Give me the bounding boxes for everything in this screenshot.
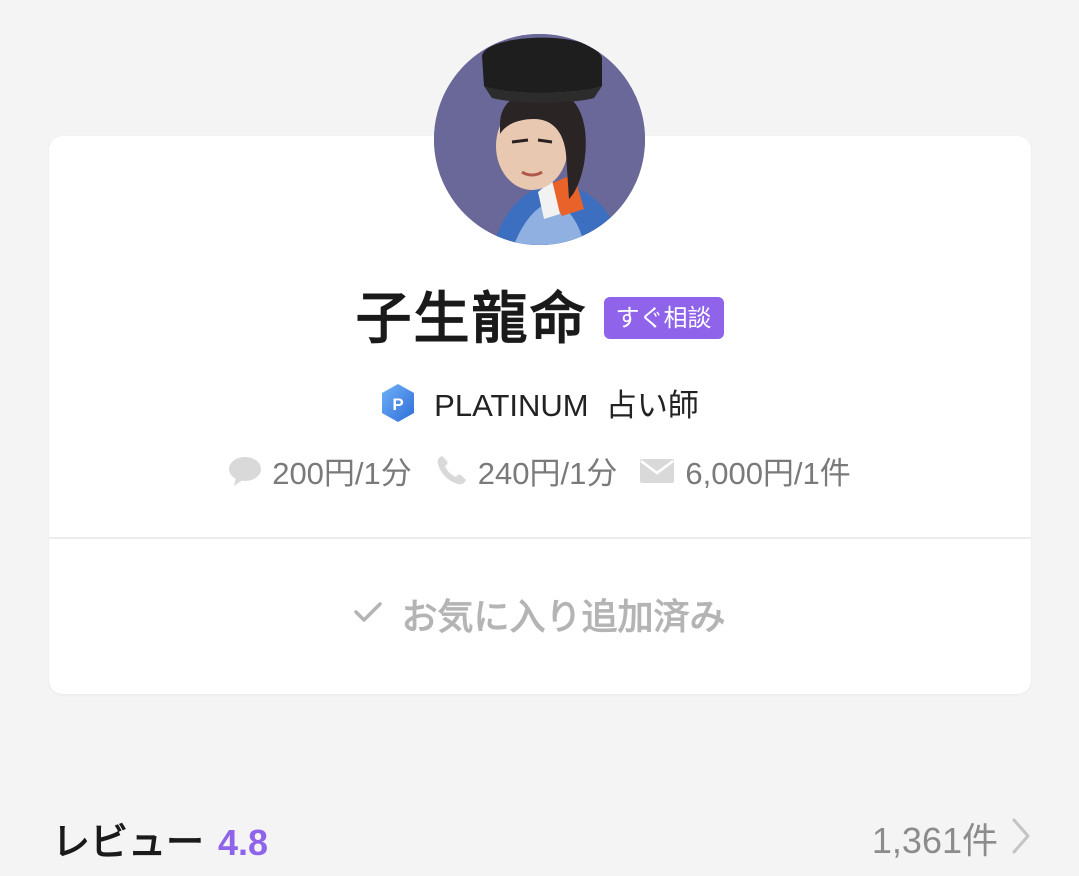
phone-price-label: 240円/1分 [477,456,618,491]
rank-row: P PLATINUM 占い師 [0,380,1079,425]
phone-price: 240円/1分 [434,448,618,493]
mail-icon [639,457,675,485]
rank-icon-letter: P [392,395,403,414]
role-name: 占い師 [605,388,699,423]
mail-price: 6,000円/1件 [639,448,851,493]
rank-label: PLATINUM 占い師 [434,380,699,425]
review-count: 1,361件 [871,820,998,861]
review-summary: レビュー 4.8 [52,811,268,866]
review-link[interactable]: レビュー 4.8 1,361件 [52,810,1032,866]
review-label: レビュー [52,819,205,864]
name-row: 子生龍命 すぐ相談 [0,286,1079,354]
platinum-rank-icon: P [380,383,416,423]
chevron-right-icon [1010,816,1032,860]
fortune-teller-name: 子生龍命 [355,287,588,352]
favorite-label: お気に入り追加済み [401,597,726,638]
chat-price: 200円/1分 [228,448,412,493]
review-count-group: 1,361件 [872,812,1032,864]
review-score: 4.8 [218,821,269,863]
card-divider [49,537,1031,539]
price-list: 200円/1分 240円/1分 6,000円/1件 [0,448,1079,493]
check-icon [353,600,383,628]
mail-price-label: 6,000円/1件 [685,456,851,491]
chat-price-label: 200円/1分 [272,456,412,491]
favorite-button[interactable]: お気に入り追加済み [0,588,1079,640]
phone-icon [434,454,468,488]
instant-consult-badge: すぐ相談 [603,297,724,339]
avatar [434,34,645,245]
rank-name: PLATINUM [434,388,589,423]
chat-bubble-icon [228,455,262,487]
